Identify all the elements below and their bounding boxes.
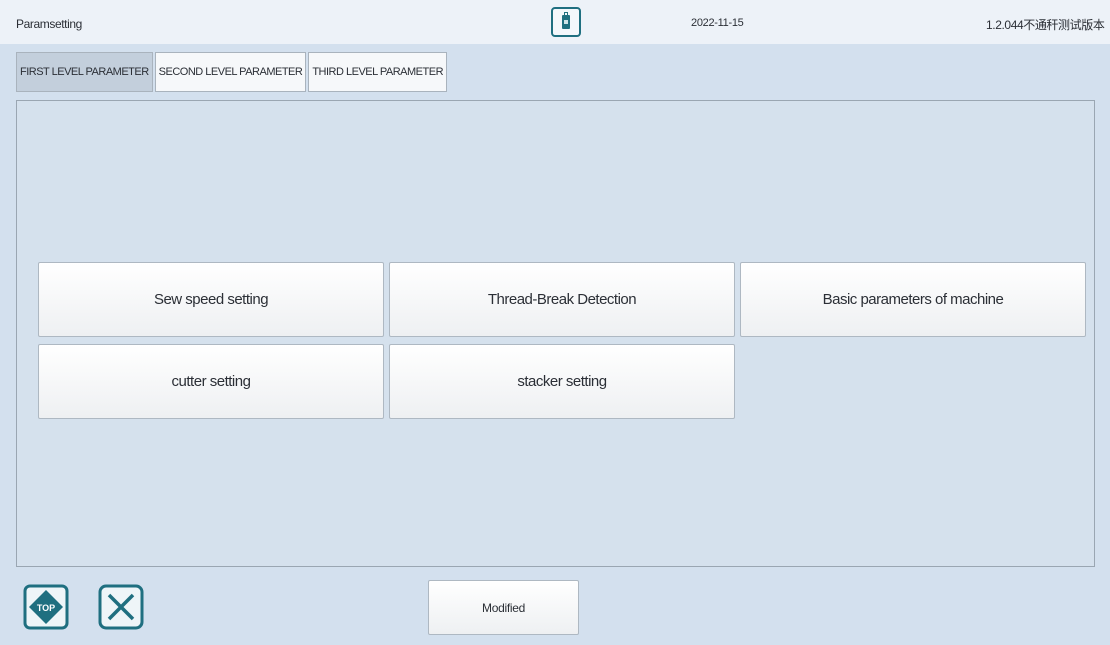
usb-drive-icon[interactable] [551,7,581,37]
close-icon[interactable] [98,584,144,630]
close-icon-graphic [98,584,144,630]
parameter-panel: Sew speed setting Thread-Break Detection… [16,100,1095,567]
tab-second-level-parameter[interactable]: SECOND LEVEL PARAMETER [154,52,307,92]
tab-first-level-parameter[interactable]: FIRST LEVEL PARAMETER [16,52,153,92]
top-bar: Paramsetting 2022-11-15 1.2.044不通秆测试版本 [0,0,1110,44]
parameter-menu-grid: Sew speed setting Thread-Break Detection… [38,262,1086,419]
date-label: 2022-11-15 [691,17,744,29]
parameter-level-tabs: FIRST LEVEL PARAMETER SECOND LEVEL PARAM… [16,52,448,92]
cutter-setting-button[interactable]: cutter setting [38,344,384,419]
tab-third-level-parameter[interactable]: THIRD LEVEL PARAMETER [308,52,448,92]
sew-speed-setting-button[interactable]: Sew speed setting [38,262,384,337]
modified-button[interactable]: Modified [428,580,579,635]
usb-mark [564,20,568,24]
version-label: 1.2.044不通秆测试版本 [986,18,1105,32]
top-icon-graphic: TOP [23,584,69,630]
basic-parameters-of-machine-button[interactable]: Basic parameters of machine [740,262,1086,337]
page-title: Paramsetting [16,17,82,31]
top-icon[interactable]: TOP [23,584,69,630]
stacker-setting-button[interactable]: stacker setting [389,344,735,419]
thread-break-detection-button[interactable]: Thread-Break Detection [389,262,735,337]
top-icon-text: TOP [37,603,55,613]
